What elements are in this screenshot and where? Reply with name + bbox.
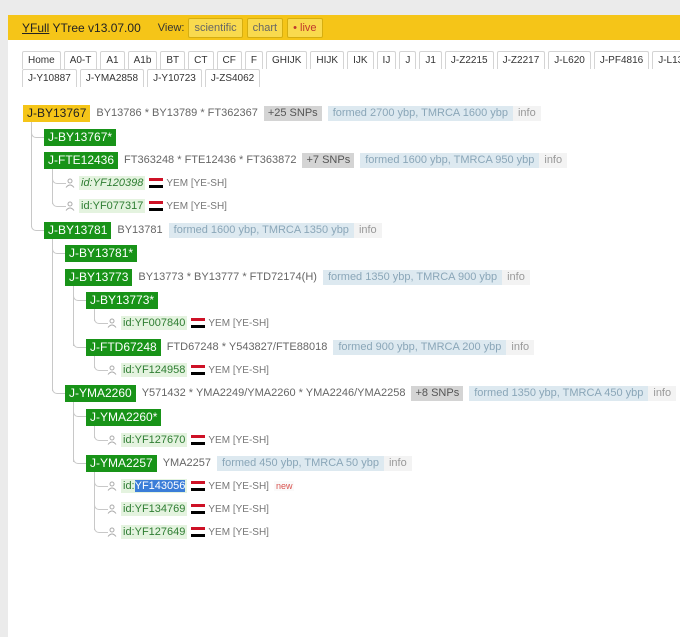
- node-J-FTE12436: J-FTE12436 FT363248 * FTE12436 * FT36387…: [44, 151, 568, 169]
- sample-country: YEM [YE-SH]: [166, 177, 227, 189]
- view-chart-button[interactable]: chart: [246, 17, 284, 38]
- info-link[interactable]: info: [502, 269, 530, 285]
- haplogroup-label[interactable]: J-YMA2260: [65, 384, 136, 402]
- snp-list: BY13773 * BY13777 * FTD72174(H): [138, 271, 317, 283]
- node-J-BY13767-star: J-BY13767*: [44, 128, 117, 146]
- new-badge: new: [273, 481, 295, 491]
- haplogroup-label[interactable]: J-BY13781: [44, 221, 112, 239]
- node-J-BY13767: J-BY13767 BY13786 * BY13789 * FT362367 +…: [23, 104, 541, 122]
- sample-country: YEM [YE-SH]: [208, 317, 269, 329]
- person-icon: [107, 365, 117, 375]
- haplogroup-label[interactable]: J-BY13781*: [65, 244, 138, 262]
- view-label: View:: [157, 21, 185, 34]
- node-J-YMA2260: J-YMA2260 Y571432 * YMA2249/YMA2260 * YM…: [65, 384, 677, 402]
- info-link[interactable]: info: [353, 222, 382, 238]
- yfull-link[interactable]: YFull: [22, 21, 49, 35]
- yemen-flag-icon: [191, 504, 206, 514]
- sample-country: YEM [YE-SH]: [208, 480, 269, 492]
- yemen-flag-icon: [191, 365, 206, 375]
- age-estimate: formed 1350 ybp, TMRCA 900 ybp: [322, 269, 503, 285]
- person-icon: [65, 178, 75, 188]
- node-J-YMA2257: J-YMA2257 YMA2257 formed 450 ybp, TMRCA …: [86, 454, 412, 472]
- age-estimate: formed 1600 ybp, TMRCA 1350 ybp: [168, 222, 354, 238]
- yemen-flag-icon: [149, 201, 164, 211]
- sample-country: YEM [YE-SH]: [208, 434, 269, 446]
- sample-row: id:YF007840 YEM [YE-SH]: [107, 315, 269, 331]
- haplogroup-label[interactable]: J-BY13767: [23, 104, 91, 122]
- sample-country: YEM [YE-SH]: [208, 503, 269, 515]
- person-icon: [65, 201, 75, 211]
- ytree: J-BY13767 BY13786 * BY13789 * FT362367 +…: [8, 40, 680, 637]
- sample-country: YEM [YE-SH]: [166, 200, 227, 212]
- age-estimate: formed 900 ybp, TMRCA 200 ybp: [333, 339, 507, 355]
- age-estimate: formed 1350 ybp, TMRCA 450 ybp: [469, 385, 649, 401]
- haplogroup-label[interactable]: J-FTD67248: [86, 338, 161, 356]
- person-icon: [107, 504, 117, 514]
- haplogroup-label[interactable]: J-BY13773*: [86, 291, 159, 309]
- yemen-flag-icon: [191, 527, 206, 537]
- snp-count-badge[interactable]: +25 SNPs: [263, 105, 322, 121]
- node-J-FTD67248: J-FTD67248 FTD67248 * Y543827/FTE88018 f…: [86, 338, 535, 356]
- yemen-flag-icon: [191, 318, 206, 328]
- sample-row: id:YF143056 YEM [YE-SH] new: [107, 478, 295, 494]
- haplogroup-label[interactable]: J-BY13767*: [44, 128, 117, 146]
- node-J-BY13773: J-BY13773 BY13773 * BY13777 * FTD72174(H…: [65, 268, 530, 286]
- app-version: YTree v13.07.00: [49, 20, 141, 35]
- yemen-flag-icon: [149, 178, 164, 188]
- view-live-button[interactable]: • live: [287, 17, 323, 38]
- node-J-BY13781: J-BY13781 BY13781 formed 1600 ybp, TMRCA…: [44, 221, 382, 239]
- age-estimate: formed 1600 ybp, TMRCA 950 ybp: [360, 152, 540, 168]
- selected-text: YF143056: [134, 480, 186, 492]
- haplogroup-label[interactable]: J-FTE12436: [44, 151, 119, 169]
- node-J-BY13781-star: J-BY13781*: [65, 244, 138, 262]
- haplogroup-label[interactable]: J-YMA2260*: [86, 408, 162, 426]
- snp-list: BY13781: [117, 224, 163, 236]
- snp-count-badge[interactable]: +7 SNPs: [302, 152, 355, 168]
- snp-list: YMA2257: [162, 457, 212, 469]
- yemen-flag-icon: [191, 481, 206, 491]
- snp-list: BY13786 * BY13789 * FT362367: [96, 107, 258, 119]
- info-link[interactable]: info: [383, 455, 412, 471]
- sample-id[interactable]: id:YF134769: [121, 502, 188, 516]
- sample-row: id:YF077317 YEM [YE-SH]: [65, 198, 227, 214]
- age-estimate: formed 2700 ybp, TMRCA 1600 ybp: [327, 105, 513, 121]
- snp-count-badge[interactable]: +8 SNPs: [411, 385, 464, 401]
- node-J-YMA2260-star: J-YMA2260*: [86, 408, 162, 426]
- info-link[interactable]: info: [506, 339, 535, 355]
- sample-row: id:YF134769 YEM [YE-SH]: [107, 501, 269, 517]
- main-panel: Home A0-T A1 A1b BT CT CF F GHIJK HIJK IJK IJ J J1 J-Z…: [8, 40, 680, 637]
- sample-row: id:YF124958 YEM [YE-SH]: [107, 362, 269, 378]
- person-icon: [107, 481, 117, 491]
- sample-id[interactable]: id:YF143056: [121, 479, 188, 493]
- sample-country: YEM [YE-SH]: [208, 364, 269, 376]
- sample-id[interactable]: id:YF127670: [121, 433, 188, 447]
- node-J-BY13773-star: J-BY13773*: [86, 291, 159, 309]
- info-link[interactable]: info: [512, 105, 541, 121]
- sample-id[interactable]: id:YF120398: [79, 176, 146, 190]
- snp-list: FTD67248 * Y543827/FTE88018: [166, 341, 328, 353]
- sample-row: id:YF120398 YEM [YE-SH]: [65, 175, 227, 191]
- sample-row: id:YF127670 YEM [YE-SH]: [107, 432, 269, 448]
- sample-id[interactable]: id:YF077317: [79, 199, 146, 213]
- app-title: YFull YTree v13.07.00: [22, 21, 141, 35]
- sample-row: id:YF127649 YEM [YE-SH]: [107, 524, 269, 540]
- snp-list: Y571432 * YMA2249/YMA2260 * YMA2246/YMA2…: [141, 387, 406, 399]
- person-icon: [107, 527, 117, 537]
- sample-id[interactable]: id:YF007840: [121, 316, 188, 330]
- yemen-flag-icon: [191, 435, 206, 445]
- age-estimate: formed 450 ybp, TMRCA 50 ybp: [217, 455, 384, 471]
- info-link[interactable]: info: [648, 385, 677, 401]
- person-icon: [107, 435, 117, 445]
- sample-id[interactable]: id:YF124958: [121, 363, 188, 377]
- haplogroup-label[interactable]: J-BY13773: [65, 268, 133, 286]
- haplogroup-label[interactable]: J-YMA2257: [86, 454, 157, 472]
- person-icon: [107, 318, 117, 328]
- snp-list: FT363248 * FTE12436 * FT363872: [124, 154, 297, 166]
- top-bar: YFull YTree v13.07.00 View: scientific c…: [8, 15, 680, 40]
- sample-id[interactable]: id:YF127649: [121, 525, 188, 539]
- view-scientific-button[interactable]: scientific: [188, 17, 243, 38]
- sample-country: YEM [YE-SH]: [208, 526, 269, 538]
- info-link[interactable]: info: [539, 152, 568, 168]
